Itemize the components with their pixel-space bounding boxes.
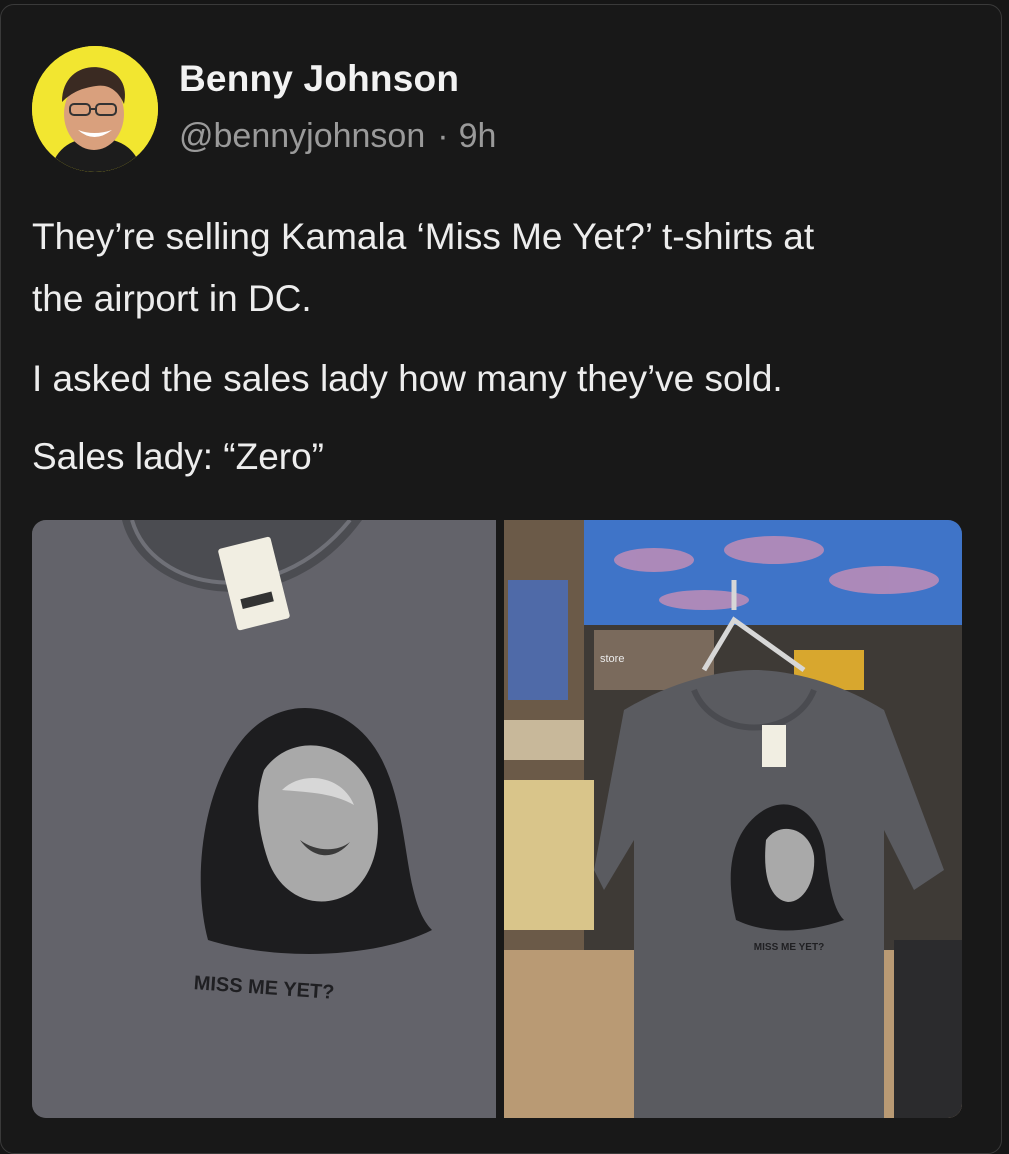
shirt-print-right: MISS ME YET? [754,942,824,953]
post-timestamp[interactable]: 9h [459,117,497,155]
meta-separator: · [437,117,449,155]
post-text-line-4: Sales lady: “Zero” [32,436,324,477]
store-sign: store [600,653,624,665]
avatar[interactable] [32,46,158,172]
post-text-line-3: I asked the sales lady how many they’ve … [32,358,783,399]
avatar-photo [32,46,158,172]
author-handle[interactable]: @bennyjohnson [179,117,425,155]
media-photo-left[interactable]: MISS ME YET? [32,520,496,1118]
author-name[interactable]: Benny Johnson [179,58,459,100]
price-tag-right [762,725,786,767]
author-meta: @bennyjohnson · 9h [179,117,496,156]
media-photo-right[interactable]: store MISS ME YET? [504,520,962,1118]
post-text-line-1: They’re selling Kamala ‘Miss Me Yet?’ t-… [32,216,815,257]
post-text-line-2: the airport in DC. [32,278,312,319]
